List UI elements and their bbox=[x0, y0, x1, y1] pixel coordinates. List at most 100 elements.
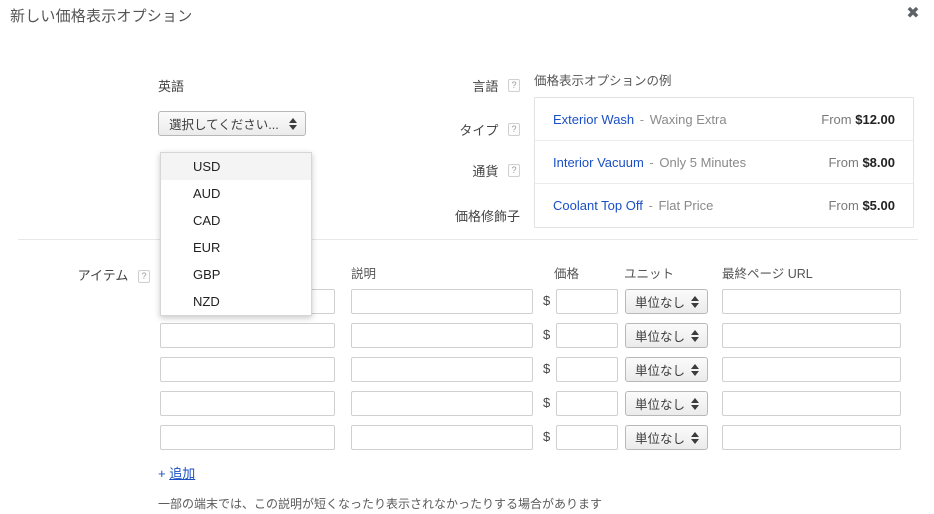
preview-item-link[interactable]: Exterior Wash bbox=[553, 112, 634, 127]
final-url-input[interactable] bbox=[722, 391, 901, 416]
type-select[interactable]: 選択してください... bbox=[158, 111, 306, 136]
price-qualifier-label: 価格修飾子 bbox=[390, 206, 520, 225]
preview-row: Coolant Top Off - Flat Price From $5.00 bbox=[535, 184, 913, 227]
preview-price: $12.00 bbox=[855, 111, 895, 127]
unit-select-value: 単位なし bbox=[635, 398, 686, 412]
description-input[interactable] bbox=[351, 357, 533, 382]
unit-select[interactable]: 単位なし bbox=[625, 425, 708, 450]
preview-price: $8.00 bbox=[862, 154, 895, 170]
preview-row-left: Interior Vacuum - Only 5 Minutes bbox=[553, 155, 746, 170]
add-item-button[interactable]: + 追加 bbox=[158, 463, 195, 482]
price-input[interactable] bbox=[556, 391, 618, 416]
price-input[interactable] bbox=[556, 289, 618, 314]
page-title: 新しい価格表示オプション bbox=[10, 8, 193, 25]
price-input[interactable] bbox=[556, 323, 618, 348]
unit-select-value: 単位なし bbox=[635, 330, 686, 344]
preview-from-label: From bbox=[821, 111, 852, 127]
preview-item-link[interactable]: Coolant Top Off bbox=[553, 198, 643, 213]
help-icon[interactable]: ? bbox=[138, 270, 150, 284]
currency-option-usd[interactable]: USD bbox=[161, 153, 311, 180]
preview-price: $5.00 bbox=[862, 198, 895, 213]
close-icon[interactable]: ✖ bbox=[900, 2, 926, 26]
unit-select-value: 単位なし bbox=[635, 432, 686, 446]
column-header-price: 価格 bbox=[554, 267, 580, 281]
preview-row-right: From $5.00 bbox=[828, 198, 895, 213]
preview-box: Exterior Wash - Waxing Extra From $12.00… bbox=[534, 97, 914, 228]
field-row-type: タイプ ? 選択してください... bbox=[0, 111, 520, 142]
currency-option-aud[interactable]: AUD bbox=[161, 180, 311, 207]
currency-symbol: $ bbox=[543, 361, 551, 376]
help-icon[interactable]: ? bbox=[508, 123, 520, 136]
help-icon[interactable]: ? bbox=[508, 164, 520, 177]
currency-option-nzd[interactable]: NZD bbox=[161, 288, 311, 315]
type-select-value: 選択してください... bbox=[169, 118, 279, 132]
item-input[interactable] bbox=[160, 357, 335, 382]
item-input[interactable] bbox=[160, 391, 335, 416]
unit-select[interactable]: 単位なし bbox=[625, 323, 708, 348]
unit-select[interactable]: 単位なし bbox=[625, 289, 708, 314]
field-row-language: 言語 ? 英語 bbox=[0, 76, 520, 102]
language-label: 言語 ? bbox=[390, 76, 520, 95]
description-input[interactable] bbox=[351, 425, 533, 450]
price-input[interactable] bbox=[556, 357, 618, 382]
items-label-text: アイテム bbox=[77, 268, 129, 283]
type-label-text: タイプ bbox=[459, 123, 499, 138]
chevron-updown-icon bbox=[691, 431, 700, 445]
preview-from-label: From bbox=[828, 198, 859, 213]
preview-row-right: From $8.00 bbox=[828, 155, 895, 170]
currency-label: 通貨 ? bbox=[390, 161, 520, 180]
section-divider bbox=[18, 239, 918, 240]
unit-select[interactable]: 単位なし bbox=[625, 391, 708, 416]
final-url-input[interactable] bbox=[722, 289, 901, 314]
currency-option-gbp[interactable]: GBP bbox=[161, 261, 311, 288]
dialog-header: 新しい価格表示オプション ✖ bbox=[0, 0, 934, 34]
preview-dash: - bbox=[648, 198, 653, 213]
preview-row: Exterior Wash - Waxing Extra From $12.00 bbox=[535, 98, 913, 141]
item-input[interactable] bbox=[160, 323, 335, 348]
type-label: タイプ ? bbox=[390, 120, 520, 139]
description-input[interactable] bbox=[351, 289, 533, 314]
description-input[interactable] bbox=[351, 323, 533, 348]
description-input[interactable] bbox=[351, 391, 533, 416]
currency-option-cad[interactable]: CAD bbox=[161, 207, 311, 234]
preview-item-link[interactable]: Interior Vacuum bbox=[553, 155, 644, 170]
unit-select[interactable]: 単位なし bbox=[625, 357, 708, 382]
chevron-updown-icon bbox=[691, 329, 700, 343]
chevron-updown-icon bbox=[288, 117, 298, 131]
currency-option-eur[interactable]: EUR bbox=[161, 234, 311, 261]
add-item-label: 追加 bbox=[169, 466, 196, 481]
preview-description: Only 5 Minutes bbox=[659, 154, 747, 170]
preview-row-right: From $12.00 bbox=[821, 112, 895, 127]
language-label-text: 言語 bbox=[472, 79, 499, 94]
column-header-unit: ユニット bbox=[624, 267, 675, 281]
item-input[interactable] bbox=[160, 425, 335, 450]
price-input[interactable] bbox=[556, 425, 618, 450]
chevron-updown-icon bbox=[691, 397, 700, 411]
final-url-input[interactable] bbox=[722, 323, 901, 348]
help-icon[interactable]: ? bbox=[508, 79, 520, 92]
currency-symbol: $ bbox=[543, 395, 551, 410]
final-url-input[interactable] bbox=[722, 425, 901, 450]
unit-select-value: 単位なし bbox=[635, 364, 686, 378]
preview-dash: - bbox=[649, 154, 654, 170]
final-url-input[interactable] bbox=[722, 357, 901, 382]
currency-symbol: $ bbox=[543, 429, 551, 444]
preview-row-left: Coolant Top Off - Flat Price bbox=[553, 198, 713, 213]
preview-from-label: From bbox=[828, 154, 859, 170]
preview-panel: 価格表示オプションの例 Exterior Wash - Waxing Extra… bbox=[534, 70, 914, 228]
plus-icon: + bbox=[158, 466, 166, 481]
currency-symbol: $ bbox=[543, 293, 551, 308]
currency-dropdown-list[interactable]: USD AUD CAD EUR GBP NZD bbox=[160, 152, 312, 316]
price-qualifier-label-text: 価格修飾子 bbox=[454, 209, 520, 224]
preview-row: Interior Vacuum - Only 5 Minutes From $8… bbox=[535, 141, 913, 184]
preview-caption: 価格表示オプションの例 bbox=[534, 74, 672, 88]
items-label: アイテム ? bbox=[0, 265, 150, 284]
currency-label-text: 通貨 bbox=[472, 164, 499, 179]
column-header-description: 説明 bbox=[351, 267, 377, 281]
chevron-updown-icon bbox=[691, 295, 700, 309]
preview-row-left: Exterior Wash - Waxing Extra bbox=[553, 112, 727, 127]
preview-description: Waxing Extra bbox=[649, 111, 727, 127]
column-header-final-url: 最終ページ URL bbox=[722, 267, 813, 281]
currency-symbol: $ bbox=[543, 327, 551, 342]
preview-dash: - bbox=[639, 111, 645, 127]
